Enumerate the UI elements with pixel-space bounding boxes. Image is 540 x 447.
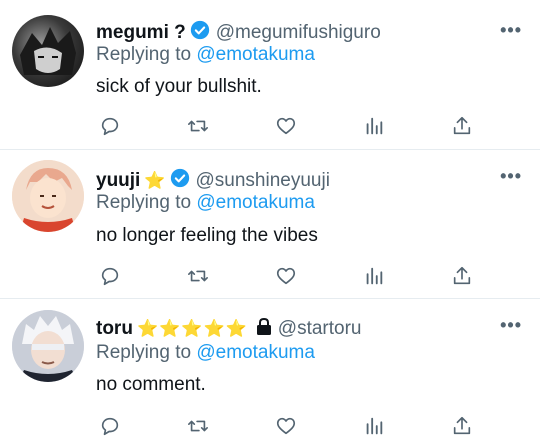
verified-icon: [190, 20, 210, 46]
reply-button[interactable]: [96, 412, 124, 440]
replying-prefix: Replying to: [96, 44, 197, 65]
replying-prefix: Replying to: [96, 342, 197, 363]
handle[interactable]: @sunshineyuuji: [196, 170, 330, 192]
tweet-1[interactable]: megumi ? @megumifushiguro ••• Replying t…: [0, 0, 540, 150]
replying-to: Replying to @emotakuma: [96, 342, 315, 364]
like-icon: [276, 417, 296, 435]
avatar-image: [20, 27, 76, 75]
handle[interactable]: @startoru: [278, 318, 362, 340]
retweet-icon: [188, 420, 208, 432]
star-badges: ⭐: [144, 171, 166, 190]
retweet-button[interactable]: [184, 112, 212, 140]
tweet-text: no comment.: [96, 374, 206, 395]
avatar[interactable]: [12, 15, 84, 87]
analytics-button[interactable]: [360, 262, 388, 290]
display-name[interactable]: megumi ?: [96, 22, 186, 44]
like-button[interactable]: [272, 262, 300, 290]
reply-button[interactable]: [96, 112, 124, 140]
tweet-text: no longer feeling the vibes: [96, 225, 318, 246]
retweet-button[interactable]: [184, 262, 212, 290]
tweet-header: yuuji ⭐ @sunshineyuuji: [96, 168, 330, 194]
action-bar: [96, 412, 486, 440]
analytics-button[interactable]: [360, 412, 388, 440]
retweet-icon: [188, 120, 208, 132]
handle[interactable]: @megumifushiguro: [216, 22, 381, 44]
share-icon: [453, 416, 471, 435]
lock-icon: [256, 317, 272, 341]
display-name[interactable]: yuuji: [96, 170, 140, 192]
reply-icon: [101, 117, 119, 136]
replying-to-link[interactable]: @emotakuma: [196, 192, 315, 213]
share-icon: [453, 266, 471, 285]
analytics-button[interactable]: [360, 112, 388, 140]
analytics-icon: [366, 117, 383, 135]
share-icon: [453, 116, 471, 135]
tweet-text: sick of your bullshit.: [96, 76, 262, 97]
avatar-image: [12, 160, 84, 232]
more-icon[interactable]: •••: [500, 166, 522, 187]
share-button[interactable]: [448, 112, 476, 140]
tweet-header: toru ⭐⭐⭐⭐⭐ @startoru: [96, 317, 361, 341]
action-bar: [96, 112, 486, 140]
more-icon[interactable]: •••: [500, 20, 522, 41]
like-button[interactable]: [272, 112, 300, 140]
avatar-image: [12, 310, 84, 382]
analytics-icon: [366, 267, 383, 285]
retweet-button[interactable]: [184, 412, 212, 440]
replying-prefix: Replying to: [96, 192, 197, 213]
share-button[interactable]: [448, 262, 476, 290]
replying-to: Replying to @emotakuma: [96, 44, 315, 66]
share-button[interactable]: [448, 412, 476, 440]
reply-icon: [101, 267, 119, 286]
like-icon: [276, 117, 296, 135]
analytics-icon: [366, 417, 383, 435]
reply-button[interactable]: [96, 262, 124, 290]
avatar[interactable]: [12, 310, 84, 382]
avatar[interactable]: [12, 160, 84, 232]
verified-icon: [170, 168, 190, 194]
tweet-3[interactable]: toru ⭐⭐⭐⭐⭐ @startoru ••• Replying to @em…: [0, 299, 540, 447]
more-icon[interactable]: •••: [500, 315, 522, 336]
star-badges: ⭐⭐⭐⭐⭐: [136, 319, 248, 338]
like-button[interactable]: [272, 412, 300, 440]
replying-to: Replying to @emotakuma: [96, 192, 315, 214]
tweet-2[interactable]: yuuji ⭐ @sunshineyuuji ••• Replying to @…: [0, 150, 540, 298]
replying-to-link[interactable]: @emotakuma: [196, 342, 315, 363]
tweet-header: megumi ? @megumifushiguro: [96, 20, 381, 46]
display-name[interactable]: toru: [96, 318, 133, 340]
replying-to-link[interactable]: @emotakuma: [196, 44, 315, 65]
retweet-icon: [188, 270, 208, 282]
action-bar: [96, 262, 486, 290]
like-icon: [276, 267, 296, 285]
reply-icon: [101, 417, 119, 436]
